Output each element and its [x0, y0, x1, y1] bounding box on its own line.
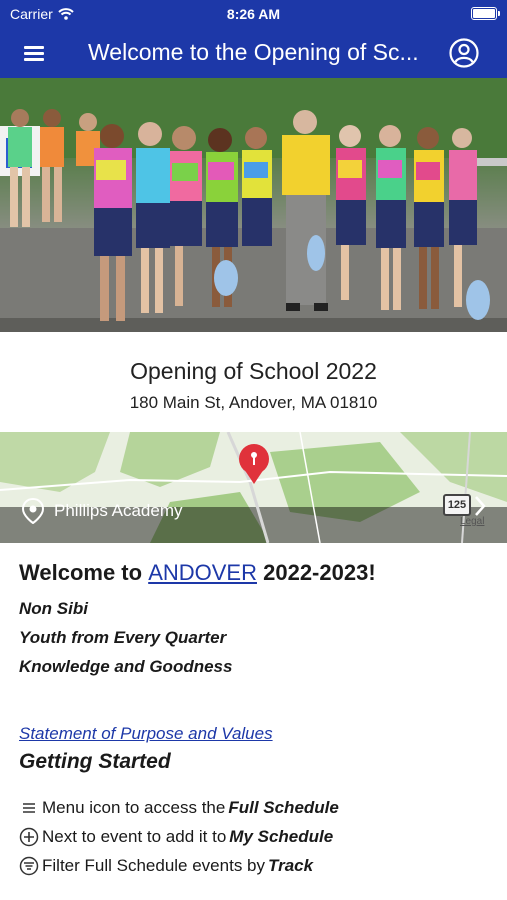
tip-bold: Full Schedule: [228, 798, 339, 817]
tip-row: Next to event to add it to My Schedule: [19, 827, 333, 847]
event-title: Opening of School 2022: [130, 358, 377, 384]
hamburger-menu-icon[interactable]: [22, 40, 48, 66]
welcome-prefix: Welcome to: [19, 560, 143, 585]
tip-bold: Track: [268, 856, 314, 875]
andover-link[interactable]: ANDOVER: [148, 560, 257, 585]
event-hero-image: [0, 78, 507, 332]
location-pin-icon: [22, 498, 44, 524]
event-info: Opening of School 2022 180 Main St, Ando…: [0, 332, 507, 432]
nav-bar: Welcome to the Opening of Sc...: [0, 30, 507, 76]
getting-started-heading: Getting Started: [19, 750, 171, 773]
route-shield: 125: [443, 494, 471, 516]
map-place-label: Phillips Academy: [22, 498, 183, 524]
chevron-right-icon[interactable]: [473, 495, 487, 517]
map-place-name: Phillips Academy: [54, 501, 183, 520]
welcome-suffix: 2022-2023!: [263, 560, 376, 585]
map-pin-icon: [239, 444, 269, 484]
tip-text: Next to event to add it to: [42, 827, 227, 846]
tip-row: Menu icon to access the Full Schedule: [19, 798, 339, 818]
map-legal-link[interactable]: Legal: [460, 516, 484, 527]
tip-row: Filter Full Schedule events by Track: [19, 856, 313, 876]
motto-line: Youth from Every Quarter: [19, 628, 227, 647]
add-circle-icon: [19, 827, 39, 847]
welcome-heading: Welcome to ANDOVER 2022-2023!: [19, 560, 489, 594]
motto-line: Non Sibi: [19, 599, 88, 618]
battery-icon: [471, 7, 500, 20]
menu-lines-icon: [23, 803, 35, 813]
welcome-content: Welcome to ANDOVER 2022-2023! Non Sibi Y…: [19, 560, 489, 876]
motto-line: Knowledge and Goodness: [19, 657, 233, 676]
purpose-values-link[interactable]: Statement of Purpose and Values: [19, 724, 273, 744]
status-bar: Carrier 8:26 AM: [0, 0, 507, 28]
top-bar: Carrier 8:26 AM Welcome to the Opening o…: [0, 0, 507, 78]
tip-bold: My Schedule: [229, 827, 334, 846]
tip-text: Menu icon to access the: [42, 798, 226, 817]
location-map[interactable]: Phillips Academy 125 Legal: [0, 432, 507, 543]
status-time: 8:26 AM: [226, 6, 281, 22]
event-address: 180 Main St, Andover, MA 01810: [129, 393, 378, 412]
user-circle-icon[interactable]: [448, 37, 480, 69]
page-title: Welcome to the Opening of Sc...: [88, 39, 419, 65]
filter-circle-icon: [19, 856, 39, 876]
tip-text: Filter Full Schedule events by: [42, 856, 265, 875]
